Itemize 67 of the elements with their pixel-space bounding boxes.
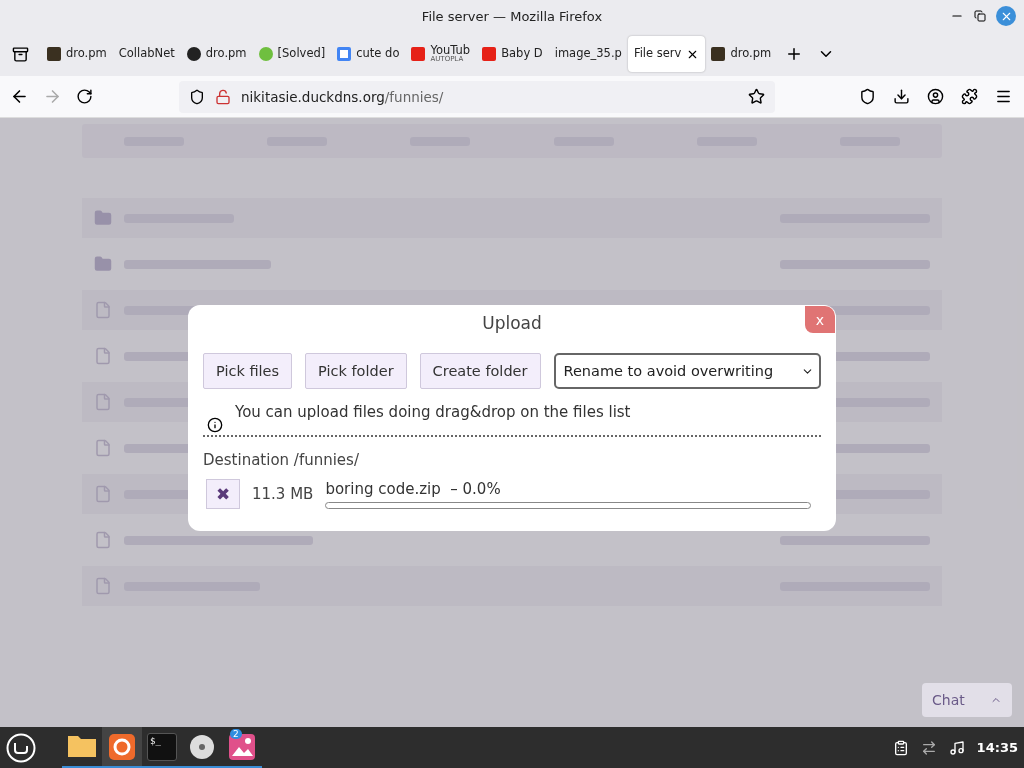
taskbar-app[interactable] xyxy=(102,727,142,768)
file-icon xyxy=(94,347,112,365)
folder-icon xyxy=(67,735,97,758)
cancel-upload-button[interactable]: ✖ xyxy=(206,479,240,509)
disc-icon xyxy=(189,733,215,760)
info-text: You can upload files doing drag&drop on the files list xyxy=(235,403,631,421)
browser-tab[interactable]: [Solved] xyxy=(252,36,332,72)
account-icon[interactable] xyxy=(927,88,944,105)
extensions-icon[interactable] xyxy=(961,88,978,105)
pocket-icon[interactable] xyxy=(859,88,876,105)
file-icon xyxy=(94,439,112,457)
chat-button[interactable]: Chat xyxy=(922,683,1012,717)
favicon-icon xyxy=(337,47,352,61)
image-viewer-icon xyxy=(228,732,256,761)
favicon-icon xyxy=(411,47,426,61)
close-window-button[interactable] xyxy=(996,6,1016,26)
file-icon xyxy=(94,485,112,503)
info-icon xyxy=(207,417,223,433)
file-size: 11.3 MB xyxy=(252,485,314,503)
shield-icon[interactable] xyxy=(189,88,205,105)
notes-icon[interactable] xyxy=(892,739,909,756)
dialog-button[interactable]: Pick files xyxy=(203,353,293,389)
folder-icon xyxy=(94,209,112,227)
notification-badge: 2 xyxy=(230,729,242,739)
terminal-icon: $_ xyxy=(147,732,177,761)
url-text: nikitasie.duckdns.org/funnies/ xyxy=(241,88,445,105)
download-icon[interactable] xyxy=(893,88,910,105)
dialog-button[interactable]: Pick folder xyxy=(305,353,407,389)
file-icon xyxy=(94,301,112,319)
reload-icon[interactable] xyxy=(76,88,93,105)
browser-tab[interactable]: Baby D xyxy=(476,36,549,72)
file-icon xyxy=(94,531,112,549)
browser-tab[interactable]: image_35.p xyxy=(548,36,628,72)
tab-list-icon[interactable] xyxy=(12,45,29,63)
file-icon xyxy=(94,577,112,595)
folder-icon xyxy=(94,255,112,273)
file-icon xyxy=(94,393,112,411)
destination-text: Destination /funnies/ xyxy=(203,451,360,469)
address-bar[interactable]: nikitasie.duckdns.org/funnies/ xyxy=(179,80,775,113)
browser-tab[interactable]: dro.pm xyxy=(180,36,253,72)
taskbar-app[interactable]: 2 xyxy=(222,727,262,768)
taskbar-app[interactable]: $_ xyxy=(142,727,182,768)
dialog-title: Upload xyxy=(482,313,542,333)
dialog-button[interactable]: Create folder xyxy=(419,353,541,389)
start-menu-icon[interactable] xyxy=(6,732,36,763)
browser-tab[interactable]: CollabNet xyxy=(112,36,181,72)
favicon-icon xyxy=(258,47,273,61)
overwrite-mode-select[interactable]: Rename to avoid overwriting xyxy=(553,353,821,389)
browser-tab[interactable]: dro.pm xyxy=(705,36,778,72)
restore-icon[interactable] xyxy=(974,10,986,22)
favicon-icon xyxy=(711,47,726,61)
browser-tab[interactable]: File serv xyxy=(627,36,706,72)
browser-tab[interactable]: cute do xyxy=(331,36,406,72)
menu-icon[interactable] xyxy=(995,88,1012,105)
window-title: File server — Mozilla Firefox xyxy=(421,8,603,24)
back-icon[interactable] xyxy=(10,87,29,106)
sound-icon[interactable] xyxy=(948,739,965,756)
upload-file-name: boring code.zip – 0.0% xyxy=(325,479,501,498)
favicon-icon xyxy=(47,47,61,61)
clock[interactable]: 14:35 xyxy=(976,740,1018,755)
favicon-icon xyxy=(482,47,497,61)
browser-tab[interactable]: dro.pm xyxy=(41,36,113,72)
browser-icon xyxy=(108,732,136,761)
insecure-lock-icon[interactable] xyxy=(215,88,231,105)
favicon-icon xyxy=(186,47,201,61)
bookmark-star-icon[interactable] xyxy=(748,88,765,105)
network-icon[interactable] xyxy=(920,739,937,756)
